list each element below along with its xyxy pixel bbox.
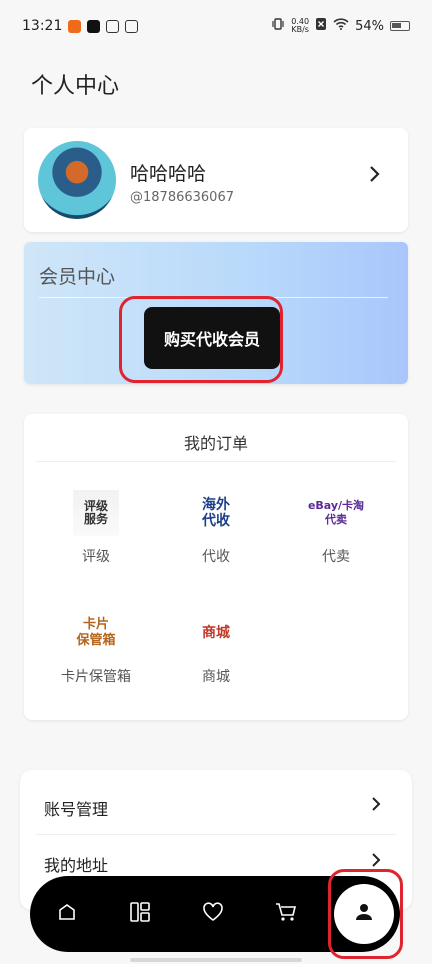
order-item-collect[interactable]: 海外 代收 代收 [161, 490, 271, 566]
chevron-right-icon[interactable] [368, 164, 382, 190]
nav-favorites[interactable] [176, 876, 249, 952]
list-item-label: 账号管理 [44, 800, 109, 819]
nav-profile[interactable] [332, 876, 396, 952]
dashboard-icon [129, 901, 151, 927]
my-orders-card: 我的订单 评级 服务 评级 海外 代收 代收 eBay/卡淘 代卖 代卖 卡片 … [24, 414, 408, 720]
home-icon [56, 901, 78, 927]
vibrate-icon [271, 17, 285, 35]
profile-name: 哈哈哈哈 [130, 163, 207, 185]
avatar[interactable] [38, 141, 116, 219]
order-item-mall[interactable]: 商城 商城 [161, 610, 271, 686]
order-item-card-vault[interactable]: 卡片 保管箱 卡片保管箱 [41, 610, 151, 686]
overseas-collect-icon: 海外 代收 [193, 490, 239, 536]
mall-icon-text: 商城 [202, 624, 230, 641]
grading-icon: 评级 服务 [73, 490, 119, 536]
list-item-label: 我的地址 [44, 856, 109, 875]
order-label: 代卖 [322, 549, 350, 565]
member-center-title: 会员中心 [39, 266, 116, 288]
consign-sell-icon: eBay/卡淘 代卖 [304, 490, 368, 536]
member-divider [39, 297, 388, 298]
order-item-grading[interactable]: 评级 服务 评级 [41, 490, 151, 566]
page-title: 个人中心 [31, 74, 120, 99]
tiktok-icon [87, 19, 101, 33]
list-item-account[interactable]: 账号管理 [20, 774, 412, 835]
home-indicator[interactable] [130, 958, 302, 962]
store-icon [125, 19, 139, 33]
profile-icon [353, 901, 375, 927]
battery-percent: 54% [355, 18, 384, 34]
order-label: 卡片保管箱 [61, 669, 131, 685]
wifi-icon [333, 18, 349, 34]
net-speed-unit: KB/s [291, 25, 309, 34]
notification-app-icon [68, 19, 82, 33]
nav-dashboard[interactable] [103, 876, 176, 952]
collect-icon-text: 海外 代收 [202, 497, 230, 529]
consign-icon-text: eBay/卡淘 代卖 [307, 499, 365, 526]
orders-title: 我的订单 [183, 434, 248, 453]
order-item-consign[interactable]: eBay/卡淘 代卖 代卖 [281, 490, 391, 566]
chevron-right-icon [370, 850, 382, 875]
favorites-icon [202, 902, 224, 926]
profile-card[interactable]: 哈哈哈哈 @18786636067 [24, 128, 408, 232]
status-bar: 13:21 0.40 KB/s 54% [0, 0, 432, 52]
vault-icon-text: 卡片 保管箱 [76, 617, 116, 648]
net-speed: 0.40 KB/s [291, 18, 309, 34]
chevron-right-icon [370, 794, 382, 819]
grading-icon-text: 评级 服务 [83, 499, 108, 526]
link-icon [106, 19, 120, 33]
order-label: 代收 [202, 549, 230, 565]
order-label: 商城 [202, 669, 230, 685]
cart-icon [274, 901, 298, 927]
nav-home[interactable] [30, 876, 103, 952]
profile-phone: @18786636067 [130, 190, 234, 205]
buy-membership-button[interactable]: 购买代收会员 [144, 307, 280, 369]
member-center-card: 会员中心 购买代收会员 [24, 242, 408, 384]
orders-divider [36, 461, 396, 462]
battery-icon [390, 21, 410, 31]
nav-cart[interactable] [249, 876, 322, 952]
card-vault-icon: 卡片 保管箱 [73, 610, 119, 656]
order-label: 评级 [82, 549, 110, 565]
mall-icon: 商城 [193, 610, 239, 656]
status-time: 13:21 [22, 18, 63, 34]
no-sim-icon [315, 17, 327, 35]
nav-profile-active-indicator [334, 884, 394, 944]
